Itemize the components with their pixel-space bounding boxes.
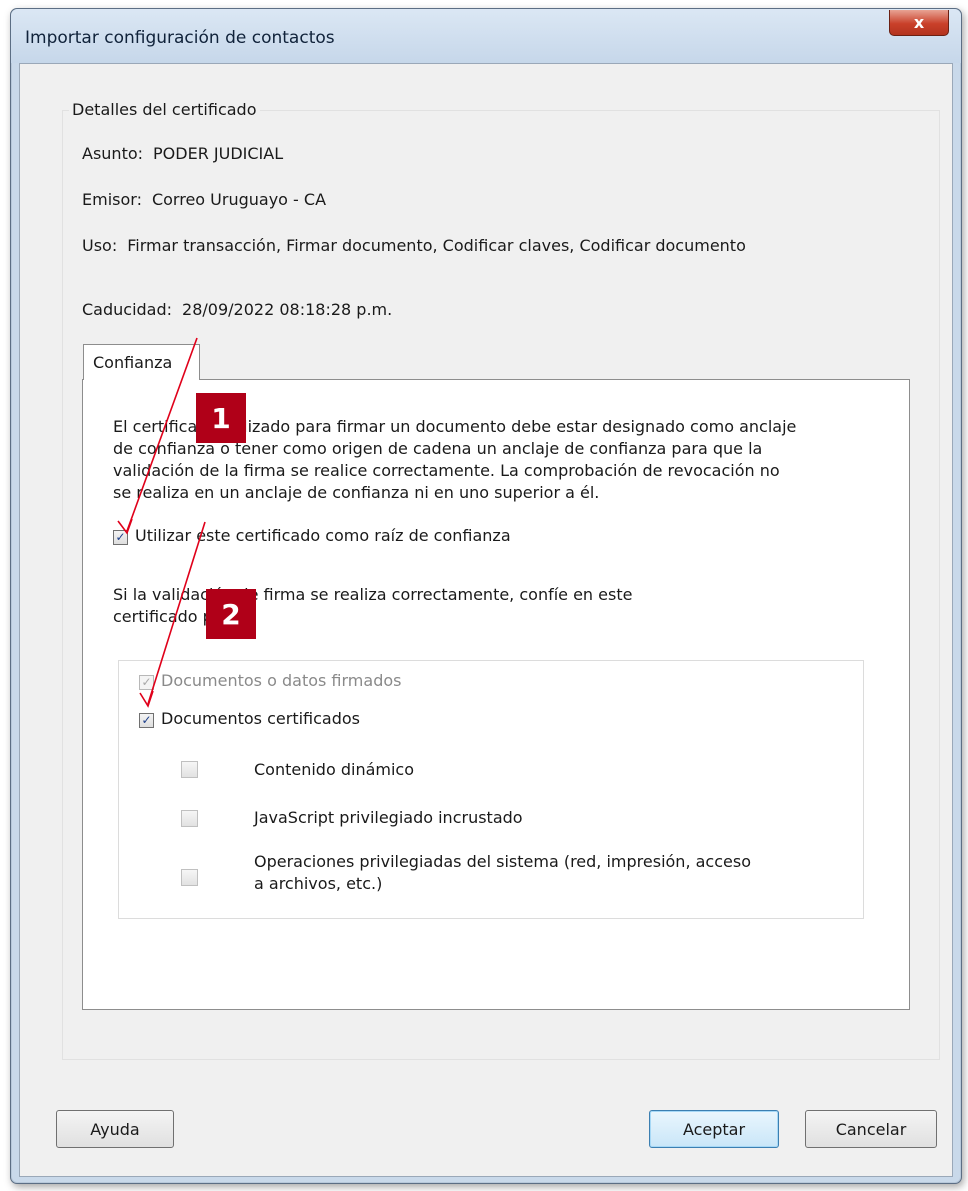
dynamic-content-checkbox[interactable] — [181, 761, 198, 778]
dynamic-content-label[interactable]: Contenido dinámico — [254, 760, 414, 779]
privileged-ops-label-line: a archivos, etc.) — [254, 874, 383, 893]
cancel-button[interactable]: Cancelar — [805, 1110, 937, 1148]
root-trust-label[interactable]: Utilizar este certificado como raíz de c… — [135, 526, 511, 545]
trust-description-line: se realiza en un anclaje de confianza ni… — [113, 483, 600, 502]
annotation-badge-2: 2 — [206, 589, 256, 639]
dialog-title: Importar configuración de contactos — [25, 28, 335, 48]
subject-row: Asunto: PODER JUDICIAL — [82, 144, 283, 163]
close-button[interactable]: x — [889, 10, 949, 36]
issuer-label: Emisor: — [82, 190, 142, 209]
subject-label: Asunto: — [82, 144, 144, 163]
usage-value: Firmar transacción, Firmar documento, Co… — [127, 236, 746, 255]
expiry-value: 28/09/2022 08:18:28 p.m. — [182, 300, 393, 319]
tab-confianza[interactable]: Confianza — [83, 344, 200, 380]
help-button[interactable]: Ayuda — [56, 1110, 174, 1148]
title-bar: Importar configuración de contactos x — [11, 9, 961, 63]
dialog-window: Importar configuración de contactos x De… — [10, 8, 962, 1184]
privileged-ops-label[interactable]: Operaciones privilegiadas del sistema (r… — [254, 851, 751, 895]
privileged-js-label[interactable]: JavaScript privilegiado incrustado — [254, 808, 523, 827]
trust-tab-panel: El certificado utilizado para firmar un … — [82, 379, 910, 1010]
trust-options-group: ✓ Documentos o datos firmados ✓ Document… — [118, 660, 864, 919]
accept-button[interactable]: Aceptar — [649, 1110, 779, 1148]
signed-docs-checkbox: ✓ — [139, 675, 154, 690]
issuer-row: Emisor: Correo Uruguayo - CA — [82, 190, 326, 209]
issuer-value: Correo Uruguayo - CA — [151, 190, 327, 209]
signed-docs-label: Documentos o datos firmados — [161, 671, 402, 690]
certified-docs-checkbox[interactable]: ✓ — [139, 713, 154, 728]
trust-description-line: validación de la firma se realice correc… — [113, 461, 780, 480]
expiry-label: Caducidad: — [82, 300, 173, 319]
dialog-body: Detalles del certificado Asunto: PODER JU… — [19, 63, 953, 1177]
privileged-js-checkbox[interactable] — [181, 810, 198, 827]
privileged-ops-label-line: Operaciones privilegiadas del sistema (r… — [254, 852, 751, 871]
usage-label: Uso: — [82, 236, 118, 255]
root-trust-checkbox[interactable]: ✓ — [113, 530, 128, 545]
certificate-details-heading: Detalles del certificado — [69, 100, 260, 119]
subject-value: PODER JUDICIAL — [153, 144, 284, 163]
usage-row: Uso: Firmar transacción, Firmar documento… — [82, 236, 746, 255]
expiry-row: Caducidad: 28/09/2022 08:18:28 p.m. — [82, 300, 392, 319]
privileged-ops-checkbox[interactable] — [181, 869, 198, 886]
close-icon: x — [913, 13, 925, 32]
certified-docs-label[interactable]: Documentos certificados — [161, 709, 360, 728]
annotation-badge-1: 1 — [196, 393, 246, 443]
